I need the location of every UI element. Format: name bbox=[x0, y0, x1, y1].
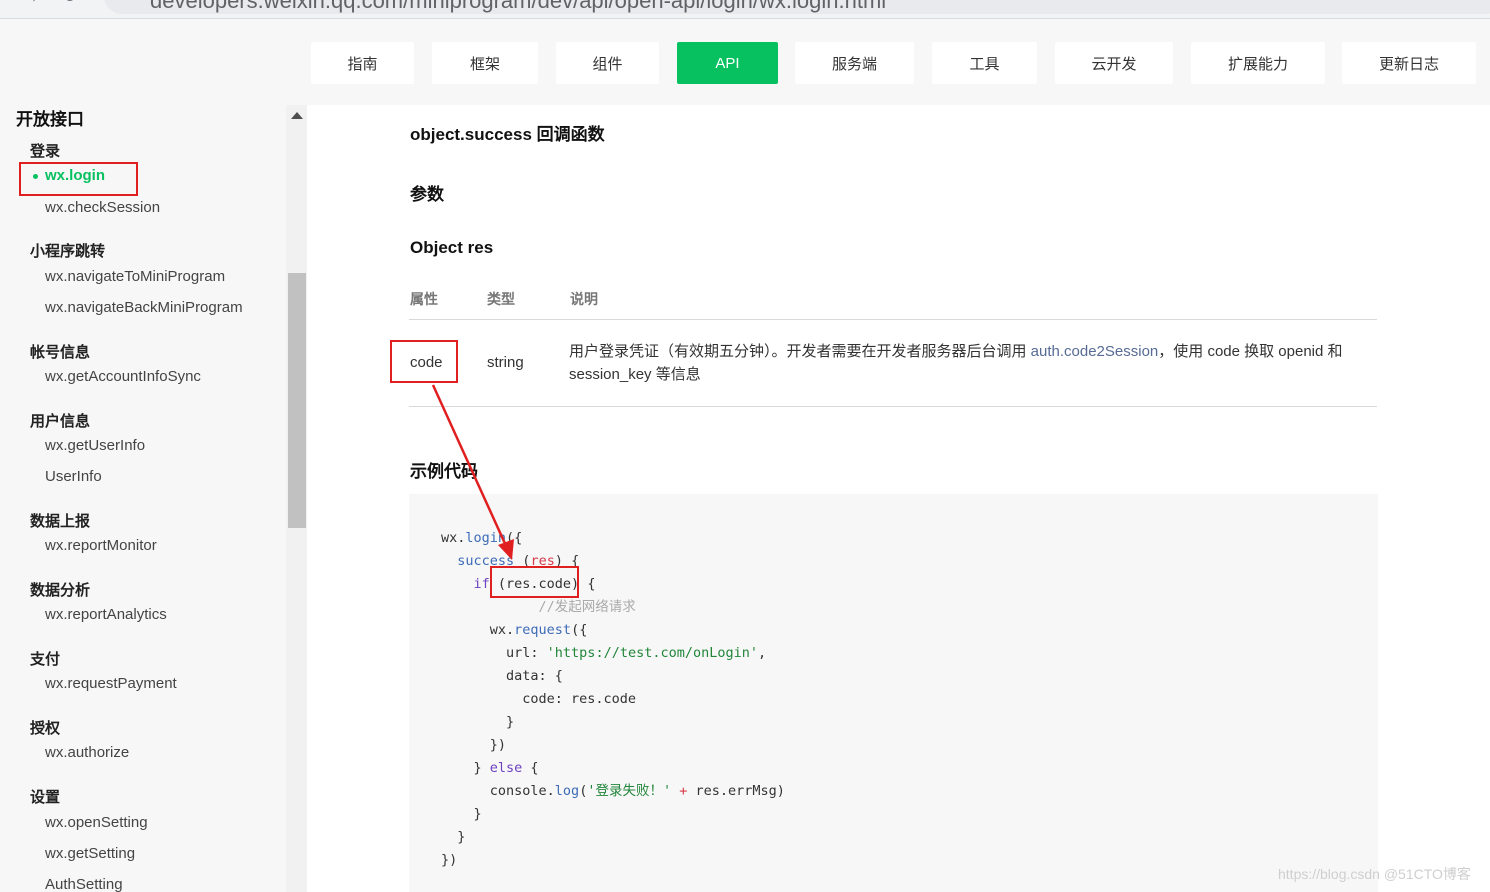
watermark: https://blog.csdn @51CTO博客 bbox=[1278, 866, 1471, 882]
forward-icon[interactable]: → bbox=[22, 0, 40, 7]
sidebar-item-wx-getsetting[interactable]: wx.getSetting bbox=[45, 845, 135, 862]
code-fn: login bbox=[465, 530, 507, 546]
object-res-heading: Object res bbox=[410, 238, 494, 257]
code-punct: ({ bbox=[506, 530, 523, 546]
sidebar: 开放接口 登录 wx.login wx.checkSession 小程序跳转 w… bbox=[0, 105, 286, 892]
code-line-13: } bbox=[441, 806, 482, 822]
sidebar-group-authorize: 授权 bbox=[30, 720, 61, 737]
browser-address-bar: → ↻ developers.weixin.qq.com/miniprogram… bbox=[0, 0, 1490, 19]
example-code-heading: 示例代码 bbox=[410, 462, 478, 481]
tab-extensions[interactable]: 扩展能力 bbox=[1191, 42, 1325, 84]
code-comment: //发起网络请求 bbox=[489, 599, 636, 615]
code-var: res bbox=[530, 553, 555, 569]
code-content: wx.login({ success (res) { if (res.code)… bbox=[441, 527, 785, 872]
code-line-5: wx.request({ bbox=[441, 622, 588, 638]
sidebar-item-wx-login[interactable]: wx.login bbox=[45, 167, 105, 184]
sidebar-item-wx-authorize[interactable]: wx.authorize bbox=[45, 744, 129, 761]
sidebar-item-wx-opensetting[interactable]: wx.openSetting bbox=[45, 814, 148, 831]
sidebar-item-wx-navigatetominiprogram[interactable]: wx.navigateToMiniProgram bbox=[45, 268, 225, 285]
code-fn: log bbox=[554, 783, 580, 799]
sidebar-item-wx-getuserinfo[interactable]: wx.getUserInfo bbox=[45, 437, 145, 454]
sidebar-item-wx-requestpayment[interactable]: wx.requestPayment bbox=[45, 675, 177, 692]
sidebar-item-userinfo[interactable]: UserInfo bbox=[45, 468, 102, 485]
sidebar-item-wx-navigatebackminiprogram[interactable]: wx.navigateBackMiniProgram bbox=[45, 299, 243, 316]
sidebar-section-title: 开放接口 bbox=[16, 110, 84, 129]
table-cell-type: string bbox=[487, 354, 524, 371]
tab-label: 框架 bbox=[469, 55, 500, 73]
sidebar-group-payment: 支付 bbox=[30, 651, 61, 668]
scroll-up-arrow-icon[interactable] bbox=[291, 112, 303, 119]
tab-label: 云开发 bbox=[1091, 55, 1137, 73]
tab-tools[interactable]: 工具 bbox=[932, 42, 1037, 84]
sidebar-group-account-info: 帐号信息 bbox=[30, 344, 91, 361]
table-cell-desc: 用户登录凭证（有效期五分钟）。开发者需要在开发者服务器后台调用 auth.cod… bbox=[569, 340, 1369, 386]
code-fn: request bbox=[514, 622, 572, 638]
url-text: developers.weixin.qq.com/miniprogram/dev… bbox=[150, 0, 887, 13]
code-line-3: if (res.code) { bbox=[473, 576, 596, 592]
tab-label: 工具 bbox=[969, 55, 1000, 73]
sidebar-item-wx-reportanalytics[interactable]: wx.reportAnalytics bbox=[45, 606, 167, 623]
tab-api[interactable]: API bbox=[677, 42, 778, 84]
tab-label: API bbox=[715, 54, 740, 72]
table-row-divider bbox=[409, 406, 1377, 407]
code-fn: success bbox=[457, 553, 515, 569]
sidebar-group-user-info: 用户信息 bbox=[30, 413, 91, 430]
sidebar-group-data-analysis: 数据分析 bbox=[30, 582, 91, 599]
sidebar-item-wx-checksession[interactable]: wx.checkSession bbox=[45, 199, 160, 216]
sidebar-group-settings: 设置 bbox=[30, 789, 61, 806]
sidebar-group-miniprogram-jump: 小程序跳转 bbox=[30, 243, 106, 260]
active-dot-icon bbox=[33, 174, 38, 179]
code-keyword: if bbox=[473, 576, 490, 592]
scrollbar-thumb[interactable] bbox=[288, 273, 306, 528]
code-ident: wx. bbox=[441, 530, 466, 546]
tab-label: 指南 bbox=[347, 55, 378, 73]
table-header-desc: 说明 bbox=[570, 291, 598, 307]
code-line-6: url: 'https://test.com/onLogin', bbox=[441, 645, 767, 661]
tab-cloud[interactable]: 云开发 bbox=[1055, 42, 1173, 84]
tab-framework[interactable]: 框架 bbox=[432, 42, 538, 84]
params-heading: 参数 bbox=[410, 185, 444, 204]
tab-components[interactable]: 组件 bbox=[556, 42, 659, 84]
table-header-divider bbox=[409, 319, 1377, 320]
sidebar-group-login: 登录 bbox=[30, 143, 61, 160]
sidebar-group-data-report: 数据上报 bbox=[30, 513, 91, 530]
code-op: + bbox=[679, 783, 688, 799]
tab-label: 扩展能力 bbox=[1227, 55, 1288, 73]
tab-server[interactable]: 服务端 bbox=[795, 42, 914, 84]
tab-guide[interactable]: 指南 bbox=[311, 42, 414, 84]
reload-icon[interactable]: ↻ bbox=[62, 0, 77, 7]
code-line-8: code: res.code bbox=[441, 691, 637, 707]
code-line-9: } bbox=[441, 714, 515, 730]
table-cell-prop: code bbox=[410, 354, 443, 371]
code-line-11: } else { bbox=[441, 760, 539, 776]
code-keyword: else bbox=[489, 760, 523, 776]
code-string: '登录失败！' bbox=[587, 783, 672, 799]
sidebar-item-wx-reportmonitor[interactable]: wx.reportMonitor bbox=[45, 537, 157, 554]
code-string: 'https://test.com/onLogin' bbox=[546, 645, 758, 661]
code-line-10: }) bbox=[441, 737, 507, 753]
code-line-7: data: { bbox=[441, 668, 563, 684]
code-line-14: } bbox=[441, 829, 466, 845]
top-nav: 指南 框架 组件 API 服务端 工具 云开发 扩展能力 更新日志 bbox=[0, 19, 1490, 105]
tab-changelog[interactable]: 更新日志 bbox=[1342, 42, 1476, 84]
sidebar-item-authsetting[interactable]: AuthSetting bbox=[45, 876, 123, 892]
tab-label: 更新日志 bbox=[1378, 55, 1439, 73]
code-line-2: success (res) { bbox=[457, 553, 580, 569]
table-header-prop: 属性 bbox=[410, 291, 438, 307]
callback-heading: object.success 回调函数 bbox=[410, 125, 605, 144]
desc-text: 用户登录凭证（有效期五分钟）。开发者需要在开发者服务器后台调用 bbox=[569, 343, 1031, 360]
code-line-12: console.log('登录失败！' + res.errMsg) bbox=[441, 783, 785, 799]
code-line-4: //发起网络请求 bbox=[441, 599, 636, 615]
table-header-type: 类型 bbox=[487, 291, 515, 307]
auth-code2session-link[interactable]: auth.code2Session bbox=[1031, 343, 1159, 360]
code-line-1: wx.login({ bbox=[441, 530, 522, 546]
tab-label: 服务端 bbox=[831, 55, 877, 73]
code-line-15: }) bbox=[441, 852, 458, 868]
tab-label: 组件 bbox=[592, 55, 623, 73]
sidebar-item-wx-getaccountinfosync[interactable]: wx.getAccountInfoSync bbox=[45, 368, 201, 385]
